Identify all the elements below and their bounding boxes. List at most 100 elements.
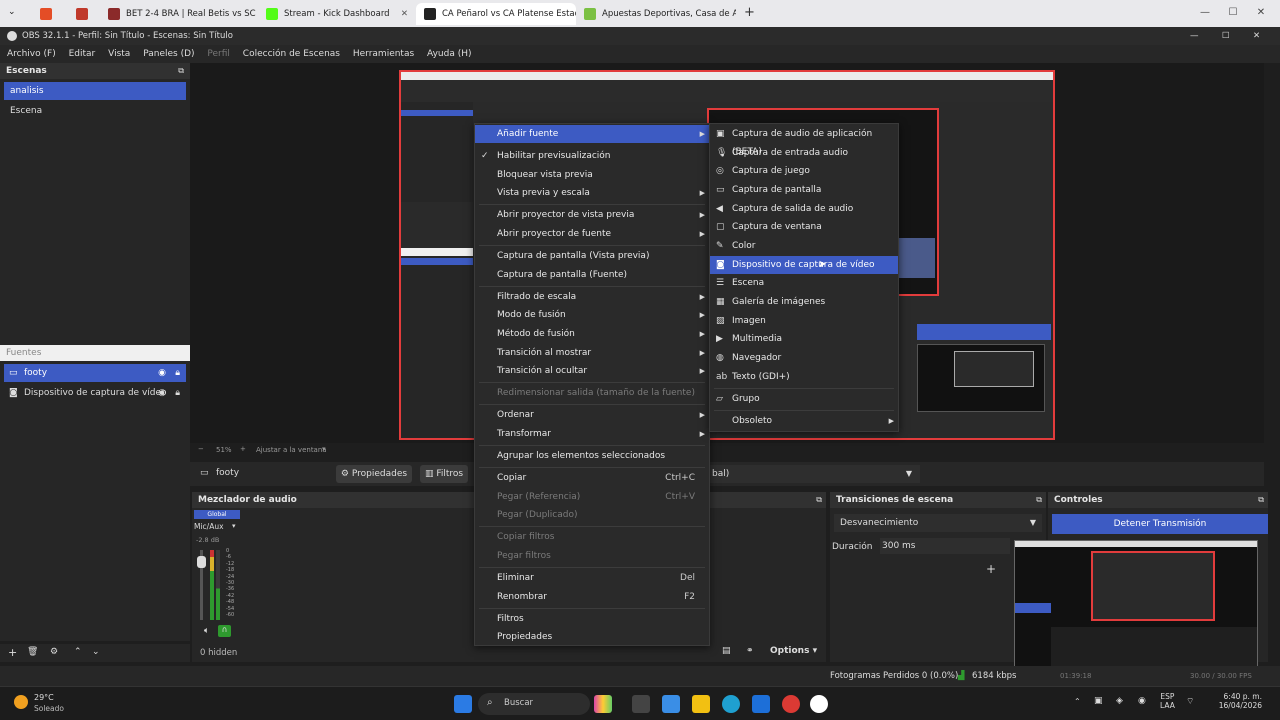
trash-icon[interactable]: 🗑︎ <box>27 647 38 657</box>
mixer-global-tab[interactable]: Global <box>194 510 240 519</box>
clock[interactable]: 6:40 p. m. 16/04/2026 <box>1206 692 1262 710</box>
minimize-icon[interactable]: — <box>1198 6 1212 20</box>
menu-item-source-projector[interactable]: Abrir proyector de fuente ▶ <box>475 225 709 243</box>
menu-vista[interactable]: Vista <box>108 49 130 59</box>
submenu-item-app-audio[interactable]: ▣ Captura de audio de aplicación (BETA) <box>710 125 898 157</box>
menu-ayuda[interactable]: Ayuda (H) <box>427 49 471 59</box>
duration-input[interactable]: 300 ms <box>880 538 1010 554</box>
add-transition-icon[interactable]: + <box>986 562 996 576</box>
menu-coleccion[interactable]: Colección de Escenas <box>243 49 340 59</box>
submenu-item-browser[interactable]: ◍ Navegador <box>710 349 898 367</box>
volume-slider-handle[interactable] <box>197 556 206 568</box>
minimize-icon[interactable]: — <box>1190 27 1199 45</box>
speaker-icon[interactable]: 🔈︎ <box>204 626 209 636</box>
menu-item-blend-mode[interactable]: Modo de fusión ▶ <box>475 306 709 324</box>
visibility-eye-icon[interactable]: ◉ <box>158 384 166 402</box>
app-icon[interactable] <box>662 695 680 713</box>
move-up-icon[interactable]: ⌃ <box>74 647 82 657</box>
store-icon[interactable] <box>752 695 770 713</box>
network-icon[interactable]: ⌔ <box>1186 696 1194 707</box>
volume-slider-track[interactable] <box>197 550 206 620</box>
submenu-item-game-capture[interactable]: ◎ Captura de juego <box>710 162 898 180</box>
menu-item-lock-preview[interactable]: Bloquear vista previa <box>475 166 709 184</box>
edge-icon[interactable] <box>722 695 740 713</box>
headphones-icon[interactable]: ∩ <box>218 625 231 637</box>
tab-1[interactable]: Stream - Kick Dashboard ✕ <box>258 3 416 25</box>
pinned-tab-icon[interactable] <box>76 8 88 20</box>
transition-select[interactable]: Desvanecimiento ▼ <box>834 514 1042 532</box>
submenu-item-text-gdi[interactable]: ab Texto (GDI+) <box>710 368 898 386</box>
submenu-item-audio-input[interactable]: 🎙︎ Captura de entrada audio <box>710 144 898 162</box>
close-window-icon[interactable]: ✕ <box>1254 6 1268 20</box>
menu-perfil[interactable]: Perfil <box>207 49 230 59</box>
file-explorer-icon[interactable] <box>692 695 710 713</box>
language-indicator[interactable]: ESP LAA <box>1160 692 1175 710</box>
filters-button[interactable]: ▥ Filtros <box>420 465 468 483</box>
menu-item-add-source[interactable]: Añadir fuente ▶ <box>475 125 709 143</box>
obs-taskbar-icon[interactable] <box>810 695 828 713</box>
windows-start-icon[interactable] <box>454 695 472 713</box>
menu-item-screenshot-preview[interactable]: Captura de pantalla (Vista previa) <box>475 247 709 265</box>
properties-button[interactable]: ⚙ Propiedades <box>336 465 412 483</box>
move-down-icon[interactable]: ⌄ <box>92 647 100 657</box>
menu-archivo[interactable]: Archivo (F) <box>7 49 56 59</box>
submenu-item-audio-output[interactable]: ◀ Captura de salida de audio <box>710 200 898 218</box>
maximize-icon[interactable]: ☐ <box>1222 27 1230 45</box>
stop-streaming-button[interactable]: Detener Transmisión <box>1052 514 1268 534</box>
tab-3[interactable]: Apuestas Deportivas, Casa de Apu ✕ <box>576 3 736 25</box>
taskbar-search[interactable]: ⌕ Buscar <box>478 693 590 715</box>
dock-float-icon[interactable]: ⧉ <box>1258 495 1264 505</box>
menu-paneles[interactable]: Paneles (D) <box>143 49 194 59</box>
menu-item-transform[interactable]: Transformar ▶ <box>475 425 709 443</box>
tab-0[interactable]: BET 2-4 BRA | Real Betis vs SC Brag ✕ <box>100 3 258 25</box>
projector-window[interactable] <box>1014 540 1258 668</box>
submenu-item-group[interactable]: ▱ Grupo <box>710 390 898 408</box>
submenu-item-deprecated[interactable]: Obsoleto ▶ <box>710 412 898 430</box>
lock-icon[interactable]: 🔒︎ <box>175 384 180 402</box>
tray-icon[interactable]: ◉ <box>1138 696 1146 706</box>
tab-list-chevron-icon[interactable]: ⌄ <box>8 7 16 17</box>
menu-item-copy[interactable]: Copiar Ctrl+C <box>475 469 709 487</box>
options-button[interactable]: Options ▾ <box>770 646 817 656</box>
menu-item-delete[interactable]: Eliminar Del <box>475 569 709 587</box>
gear-icon[interactable]: ⚙ <box>50 647 58 657</box>
widgets-icon[interactable] <box>594 695 612 713</box>
submenu-item-image[interactable]: ▧ Imagen <box>710 312 898 330</box>
zoom-out-icon[interactable]: − <box>198 445 204 453</box>
close-icon[interactable]: ✕ <box>401 9 408 19</box>
chevron-down-icon[interactable]: ▾ <box>322 445 326 453</box>
menu-item-properties[interactable]: Propiedades <box>475 628 709 646</box>
chevron-up-icon[interactable]: ⌃ <box>1074 697 1081 706</box>
add-source-icon[interactable]: + <box>8 646 17 659</box>
submenu-item-scene[interactable]: ☰ Escena <box>710 274 898 292</box>
menu-item-preview-projector[interactable]: Abrir proyector de vista previa ▶ <box>475 206 709 224</box>
scene-item-escena[interactable]: Escena <box>4 102 186 120</box>
visibility-eye-icon[interactable]: ◉ <box>158 364 166 382</box>
weather-temp[interactable]: 29°C <box>34 693 54 702</box>
lock-icon[interactable]: 🔒︎ <box>175 364 180 382</box>
submenu-item-display-capture[interactable]: ▭ Captura de pantalla <box>710 181 898 199</box>
link-icon[interactable]: ⚭ <box>746 646 754 656</box>
submenu-item-video-capture-device[interactable]: ◙ Dispositivo de captura de vídeo <box>710 256 898 274</box>
menu-item-screenshot-source[interactable]: Captura de pantalla (Fuente) <box>475 266 709 284</box>
scene-item-analisis[interactable]: analisis <box>4 82 186 100</box>
task-view-icon[interactable] <box>632 695 650 713</box>
submenu-item-media[interactable]: ▶ Multimedia <box>710 330 898 348</box>
menu-herramientas[interactable]: Herramientas <box>353 49 414 59</box>
source-item-video-capture[interactable]: ◙ Dispositivo de captura de vídeo ◉ 🔒︎ <box>4 384 186 402</box>
close-window-icon[interactable]: ✕ <box>1253 27 1260 45</box>
source-dropdown[interactable]: bal) ▼ <box>710 465 920 483</box>
maximize-icon[interactable]: ☐ <box>1226 6 1240 20</box>
fit-window-label[interactable]: Ajustar a la ventana <box>256 446 327 454</box>
submenu-item-color[interactable]: ✎ Color <box>710 237 898 255</box>
submenu-item-image-slideshow[interactable]: ▦ Galería de imágenes <box>710 293 898 311</box>
menu-item-hide-transition[interactable]: Transición al ocultar ▶ <box>475 362 709 380</box>
menu-item-filters[interactable]: Filtros <box>475 610 709 628</box>
menu-editar[interactable]: Editar <box>69 49 96 59</box>
source-item-footy[interactable]: ▭ footy ◉ 🔒︎ <box>4 364 186 382</box>
tray-icon[interactable]: ◈ <box>1116 696 1123 706</box>
menu-item-order[interactable]: Ordenar ▶ <box>475 406 709 424</box>
menu-item-blend-method[interactable]: Método de fusión ▶ <box>475 325 709 343</box>
menu-item-show-transition[interactable]: Transición al mostrar ▶ <box>475 344 709 362</box>
browser-icon[interactable] <box>782 695 800 713</box>
